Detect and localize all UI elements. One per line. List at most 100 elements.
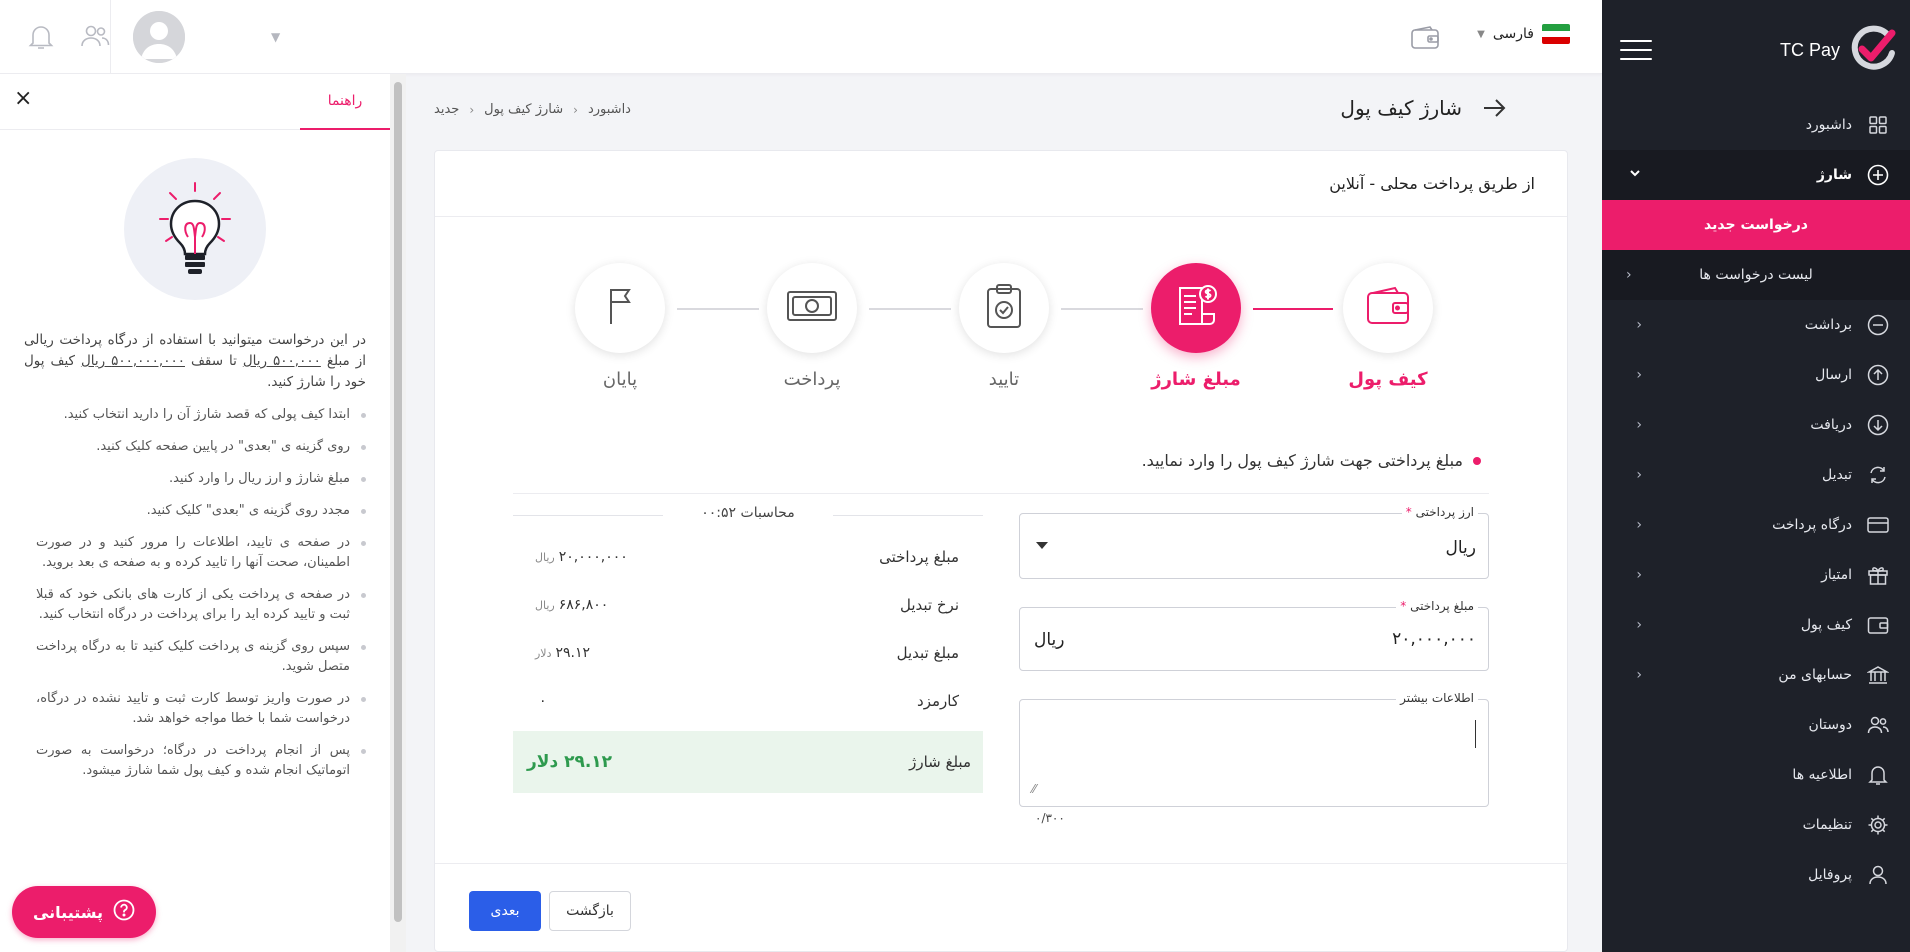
help-panel: راهنما × در این درخواست میتوانید با استف… [0, 74, 390, 952]
back-button[interactable]: بازگشت [549, 891, 631, 931]
arrow-right-icon[interactable] [1482, 98, 1506, 118]
currency-label-text: ارز پرداختی [1415, 505, 1474, 519]
invoice-dollar-icon [1172, 282, 1220, 334]
brand-logo[interactable]: TC Pay [1780, 23, 1898, 77]
breadcrumb-dashboard[interactable]: داشبورد [588, 102, 631, 117]
step-label: مبلغ شارژ [1151, 369, 1241, 390]
bank-icon [1866, 664, 1890, 686]
breadcrumb-wallet-charge[interactable]: شارژ کیف پول [484, 102, 563, 117]
topbar: فارسی ▼ ▼ [0, 0, 1602, 74]
support-button[interactable]: پشتیبانی [12, 886, 156, 938]
list-item: مجدد روی گزینه ی "بعدی" کلیک کنید. [36, 501, 366, 521]
sidebar-item-send[interactable]: ارسال ‹ [1602, 350, 1910, 400]
step-label: پایان [602, 369, 638, 390]
sidebar-item-dashboard[interactable]: داشبورد [1602, 100, 1910, 150]
sidebar-item-label: داشبورد [1805, 117, 1852, 133]
list-item: پس از انجام پرداخت در درگاه؛ درخواست به … [36, 741, 366, 781]
calc-unit: ریال [535, 599, 555, 612]
calc-total-value: ۲۹.۱۲ دلار [527, 752, 613, 772]
step-connector [677, 308, 759, 310]
sidebar-item-receive[interactable]: دریافت ‹ [1602, 400, 1910, 450]
chevron-left-icon: ‹ [1636, 417, 1642, 433]
language-selector[interactable]: فارسی ▼ [1477, 24, 1570, 44]
currency-value: ریال [1445, 538, 1476, 558]
list-item: در صفحه ی تایید، اطلاعات را مرور کنید و … [36, 533, 366, 573]
step-circle [575, 263, 665, 353]
field-label: ارز پرداختی * [1401, 505, 1478, 519]
help-scrollbar[interactable] [390, 74, 406, 952]
charge-submenu: درخواست جدید لیست درخواست ها ‹ [1602, 200, 1910, 300]
avatar[interactable] [133, 11, 185, 63]
sidebar-item-payment-gateway[interactable]: درگاه پرداخت ‹ [1602, 500, 1910, 550]
resize-handle-icon[interactable]: ⁄⁄ [1032, 782, 1036, 796]
list-item: در صورت واریز توسط کارت ثبت و تایید نشده… [36, 689, 366, 729]
sidebar-item-charge[interactable]: شارژ [1602, 150, 1910, 200]
bullet-dot [1473, 456, 1481, 465]
table-row: مبلغ تبدیل ۲۹.۱۲دلار [513, 629, 983, 677]
more-info-textarea[interactable] [1020, 700, 1488, 806]
help-min-amount: ۵۰۰,۰۰۰ ریال [242, 353, 321, 369]
gift-icon [1866, 564, 1890, 586]
calc-label: کارمزد [917, 692, 959, 710]
sidebar-item-points[interactable]: امتیاز ‹ [1602, 550, 1910, 600]
arrow-up-circle-icon [1866, 364, 1890, 386]
sidebar-item-profile[interactable]: پروفایل [1602, 850, 1910, 900]
user-menu: ▼ [110, 0, 322, 74]
list-item: مبلغ شارژ و ارز ریال را وارد کنید. [36, 469, 366, 489]
sidebar-item-withdraw[interactable]: برداشت ‹ [1602, 300, 1910, 350]
next-button[interactable]: بعدی [469, 891, 541, 931]
sidebar-item-label: حسابهای من [1778, 667, 1852, 683]
amount-label-text: مبلغ پرداختی [1410, 599, 1474, 613]
wallet-icon [1365, 285, 1411, 331]
scrollbar-thumb[interactable] [394, 82, 402, 922]
topbar-icons [0, 23, 110, 51]
help-steps-list: ابتدا کیف پولی که قصد شارژ آن را دارید ا… [0, 405, 390, 781]
required-mark: * [1400, 599, 1407, 613]
sidebar-item-convert[interactable]: تبدیل ‹ [1602, 450, 1910, 500]
users-icon[interactable] [80, 23, 110, 51]
tcpay-logo-icon [1848, 23, 1898, 77]
sidebar-item-notifications[interactable]: اطلاعیه ها [1602, 750, 1910, 800]
bell-icon[interactable] [28, 23, 54, 51]
calc-value: ۲۰,۰۰۰,۰۰۰ریال [535, 549, 628, 565]
sidebar-subitem-request-list[interactable]: لیست درخواست ها ‹ [1602, 250, 1910, 300]
iran-flag-icon [1542, 24, 1570, 44]
currency-select[interactable]: ارز پرداختی * ریال [1019, 505, 1489, 579]
breadcrumb: داشبورد ‹ شارژ کیف پول ‹ جدید [434, 102, 631, 117]
step-circle [1151, 263, 1241, 353]
chevron-left-icon: ‹ [1636, 667, 1642, 683]
amount-input[interactable] [1020, 608, 1488, 670]
refresh-icon [1866, 464, 1890, 486]
sidebar-item-settings[interactable]: تنظیمات [1602, 800, 1910, 850]
wallet-icon[interactable] [1410, 26, 1440, 54]
required-mark: * [1405, 505, 1412, 519]
calc-total-row: مبلغ شارژ ۲۹.۱۲ دلار [513, 731, 983, 793]
field-label: مبلغ پرداختی * [1396, 599, 1478, 613]
step-connector [869, 308, 951, 310]
caret-down-icon[interactable]: ▼ [271, 30, 280, 44]
stepper: کیف پول مبلغ شارژ تایید پرداخت پایان [571, 263, 1433, 403]
sidebar-item-wallet[interactable]: کیف پول ‹ [1602, 600, 1910, 650]
sidebar-item-friends[interactable]: دوستان [1602, 700, 1910, 750]
tab-guide[interactable]: راهنما [300, 74, 390, 130]
divider [513, 493, 1489, 494]
instruction-text: مبلغ پرداختی جهت شارژ کیف پول را وارد نم… [1141, 451, 1463, 470]
chevron-left-icon: ‹ [573, 102, 578, 117]
calc-number: ۶۸۶,۸۰۰ [558, 597, 609, 613]
sidebar-item-label: دریافت [1810, 417, 1852, 433]
close-icon[interactable]: × [14, 88, 32, 110]
menu-toggle-icon[interactable] [1620, 40, 1652, 60]
step-confirm: تایید [959, 263, 1049, 390]
sidebar-item-my-accounts[interactable]: حسابهای من ‹ [1602, 650, 1910, 700]
breadcrumb-new: جدید [434, 102, 460, 117]
step-payment: پرداخت [767, 263, 857, 390]
calc-label: مبلغ پرداختی [879, 548, 959, 566]
sidebar-subitem-new-request[interactable]: درخواست جدید [1602, 200, 1910, 250]
sidebar-item-label: اطلاعیه ها [1792, 767, 1852, 783]
sidebar: TC Pay داشبورد شارژ درخواست جدید لیست در… [1602, 0, 1910, 952]
caret-down-icon: ▼ [1477, 28, 1485, 40]
sidebar-item-label: کیف پول [1800, 617, 1852, 633]
calc-value: ۰ [535, 693, 547, 709]
chevron-left-icon: ‹ [469, 102, 475, 117]
text-cursor [1475, 720, 1476, 748]
